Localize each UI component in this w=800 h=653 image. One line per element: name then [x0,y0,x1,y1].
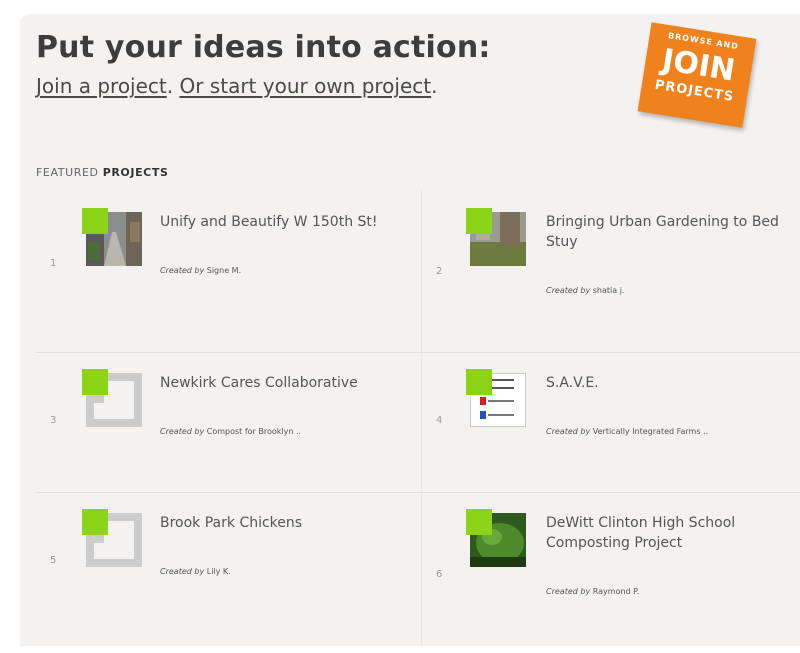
end-period: . [431,74,438,98]
project-title[interactable]: Newkirk Cares Collaborative [160,373,400,393]
created-by-label: Created by [546,587,591,596]
green-square-icon [466,369,492,395]
project-thumbnail[interactable] [466,369,526,427]
project-creator: Created by Signe M. [160,266,241,275]
join-project-link[interactable]: Join a project [36,74,167,98]
project-number: 4 [436,415,443,426]
featured-projects-heading: FEATURED PROJECTS [36,166,168,179]
project-thumbnail[interactable] [82,208,142,266]
created-by-label: Created by [160,266,205,275]
project-card[interactable]: 1 Unify and Beautify W 150th St! Created… [36,190,420,350]
creator-name[interactable]: shatia j. [593,286,625,295]
creator-name[interactable]: Signe M. [207,266,241,275]
page-headline: Put your ideas into action: [36,30,491,65]
green-square-icon [82,369,108,395]
featured-bold: PROJECTS [102,166,169,179]
creator-name[interactable]: Raymond P. [593,587,640,596]
browse-join-projects-badge[interactable]: BROWSE AND JOIN PROJECTS [637,22,757,128]
project-card[interactable]: 5 Brook Park Chickens Created by Lily K. [36,493,420,653]
project-thumbnail[interactable] [466,208,526,266]
project-title[interactable]: Brook Park Chickens [160,513,400,533]
project-title[interactable]: Bringing Urban Gardening to Bed Stuy [546,212,796,252]
project-creator: Created by Raymond P. [546,587,639,596]
start-project-link[interactable]: Or start your own project [179,74,431,98]
project-thumbnail[interactable] [82,369,142,427]
project-card[interactable]: 4 S.A.V.E. Created by Vertically Integra… [422,353,800,513]
featured-projects-grid: 1 Unify and Beautify W 150th St! Created… [36,190,800,646]
featured-prefix: FEATURED [36,166,103,179]
green-square-icon [82,509,108,535]
created-by-label: Created by [160,567,205,576]
project-card[interactable]: 6 DeWitt Clinton High School Composting … [422,493,800,653]
call-to-action: Join a project. Or start your own projec… [36,74,437,98]
project-title[interactable]: Unify and Beautify W 150th St! [160,212,400,232]
project-creator: Created by Lily K. [160,567,231,576]
project-number: 5 [50,555,57,566]
green-square-icon [82,208,108,234]
creator-name[interactable]: Compost for Brooklyn .. [207,427,301,436]
project-creator: Created by Vertically Integrated Farms .… [546,427,708,436]
separator-text: . [166,74,180,98]
created-by-label: Created by [160,427,205,436]
green-square-icon [466,208,492,234]
project-number: 6 [436,569,443,580]
project-number: 1 [50,258,57,269]
project-number: 3 [50,415,57,426]
project-number: 2 [436,266,443,277]
project-title[interactable]: S.A.V.E. [546,373,786,393]
green-square-icon [466,509,492,535]
project-creator: Created by shatia j. [546,286,624,295]
project-card[interactable]: 3 Newkirk Cares Collaborative Created by… [36,353,420,513]
creator-name[interactable]: Vertically Integrated Farms .. [593,427,708,436]
project-title[interactable]: DeWitt Clinton High School Composting Pr… [546,513,796,553]
creator-name[interactable]: Lily K. [207,567,231,576]
project-card[interactable]: 2 Bringing Urban Gardening to Bed Stuy C… [422,190,800,350]
created-by-label: Created by [546,286,591,295]
project-creator: Created by Compost for Brooklyn .. [160,427,301,436]
project-thumbnail[interactable] [82,509,142,567]
created-by-label: Created by [546,427,591,436]
project-thumbnail[interactable] [466,509,526,567]
